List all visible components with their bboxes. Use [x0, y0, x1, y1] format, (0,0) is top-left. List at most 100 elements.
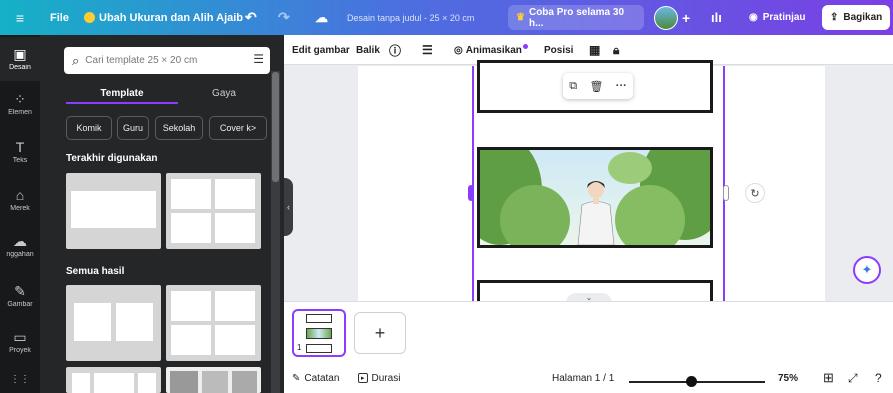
- panel-scrollbar-thumb[interactable]: [272, 72, 279, 182]
- rail-item-text[interactable]: T Teks: [0, 130, 40, 174]
- rotate-icon[interactable]: ↻: [745, 183, 765, 203]
- magic-assistant-icon[interactable]: ✦: [853, 256, 881, 284]
- template-panel: ⌕ Cari template 25 × 20 cm ☰ Template Ga…: [40, 35, 284, 393]
- template-thumbnail[interactable]: [166, 285, 261, 361]
- rail-item-design[interactable]: ▣ Desain: [0, 37, 40, 81]
- avatar[interactable]: [654, 6, 678, 30]
- elements-icon: ⁘: [14, 91, 26, 107]
- redo-icon[interactable]: ↷: [278, 0, 290, 35]
- cloud-icon[interactable]: ☁: [315, 0, 328, 35]
- copy-icon[interactable]: ⧉: [569, 80, 577, 93]
- resize-handle-left[interactable]: [468, 185, 474, 201]
- search-input[interactable]: ⌕ Cari template 25 × 20 cm ☰: [64, 47, 270, 74]
- share-icon: ⇪: [830, 12, 839, 23]
- design-icon: ▣: [13, 46, 27, 62]
- template-thumbnail[interactable]: [66, 173, 161, 249]
- template-thumbnail[interactable]: [66, 367, 161, 393]
- grid-view-icon[interactable]: ⊞: [823, 363, 834, 393]
- template-thumbnail[interactable]: [166, 173, 261, 249]
- pro-trial-button[interactable]: ♛ Coba Pro selama 30 h...: [508, 5, 644, 30]
- animate-label: Animasikan: [465, 44, 522, 56]
- rail-item-draw[interactable]: ✎ Gambar: [0, 274, 40, 318]
- thumb-panel: [306, 314, 332, 323]
- chip-komik[interactable]: Komik: [66, 116, 112, 140]
- tab-template[interactable]: Template: [66, 83, 178, 103]
- template-panel-cell: [138, 373, 156, 393]
- template-panel-cell: [232, 371, 257, 393]
- active-tab-indicator: [66, 102, 178, 104]
- add-page-button[interactable]: +: [354, 312, 406, 354]
- template-panel-cell: [202, 371, 228, 393]
- rail-item-label: Proyek: [9, 347, 31, 354]
- flip-button[interactable]: Balik: [356, 35, 380, 65]
- border-style-icon[interactable]: ☰: [422, 35, 433, 65]
- template-panel-cell: [215, 179, 255, 209]
- new-badge-dot: [522, 43, 528, 49]
- page-indicator[interactable]: Halaman 1 / 1: [552, 363, 614, 393]
- rail-item-elements[interactable]: ⁘ Elemen: [0, 82, 40, 126]
- fullscreen-icon[interactable]: ⤢: [848, 363, 858, 393]
- rail-item-apps[interactable]: ⋮⋮: [0, 365, 40, 393]
- edit-image-button[interactable]: Edit gambar: [292, 35, 350, 65]
- template-panel-cell: [215, 213, 255, 243]
- filter-icon[interactable]: ☰: [253, 52, 264, 66]
- file-menu[interactable]: File: [50, 0, 69, 35]
- template-panel-cell: [94, 373, 134, 393]
- resize-promo-button[interactable]: Ubah Ukuran dan Alih Ajaib: [84, 0, 243, 35]
- undo-icon[interactable]: ↶: [245, 0, 257, 35]
- document-title[interactable]: Desain tanpa judul - 25 × 20 cm: [347, 0, 474, 35]
- duration-button[interactable]: ▸ Durasi: [358, 363, 400, 393]
- page-thumbnail[interactable]: 1: [292, 309, 346, 357]
- rail-item-label: Teks: [12, 157, 28, 164]
- chip-guru[interactable]: Guru: [117, 116, 149, 140]
- trash-icon[interactable]: 🗑︎: [589, 80, 603, 93]
- more-icon[interactable]: ···: [616, 80, 627, 92]
- rail-item-uploads[interactable]: ☁ nggahan: [0, 224, 40, 268]
- top-bar: ≡ File Ubah Ukuran dan Alih Ajaib ↶ ↷ ☁ …: [0, 0, 893, 35]
- draw-icon: ✎: [14, 283, 26, 299]
- info-icon[interactable]: ⓘ: [389, 35, 401, 65]
- animate-icon: ◎: [454, 44, 463, 56]
- crown-icon: [84, 12, 95, 23]
- preview-button[interactable]: ◉ Pratinjau: [741, 5, 815, 30]
- template-thumbnail[interactable]: [66, 285, 161, 361]
- template-panel-cell: [72, 373, 90, 393]
- template-panel-cell: [215, 325, 255, 355]
- help-icon[interactable]: ?: [875, 363, 882, 393]
- template-panel-cell: [215, 291, 255, 321]
- chip-cover[interactable]: Cover k>: [209, 116, 267, 140]
- search-placeholder: Cari template 25 × 20 cm: [85, 55, 198, 66]
- zoom-level[interactable]: 75%: [778, 363, 798, 393]
- comic-template-thumbnail[interactable]: [166, 367, 261, 393]
- crown-icon: ♛: [516, 12, 525, 23]
- analytics-icon[interactable]: ılı: [711, 0, 722, 35]
- collapse-panel-button[interactable]: ‹: [284, 178, 293, 236]
- tab-style[interactable]: Gaya: [178, 83, 270, 103]
- text-icon: T: [15, 139, 25, 155]
- template-panel-cell: [170, 371, 198, 393]
- thumb-panel: [306, 344, 332, 353]
- zoom-slider-handle[interactable]: [686, 376, 698, 387]
- upload-icon: ☁: [13, 233, 27, 249]
- add-collaborator-button[interactable]: +: [682, 0, 690, 35]
- chip-sekolah[interactable]: Sekolah: [155, 116, 203, 140]
- notes-icon: ✎: [292, 372, 301, 384]
- recent-heading: Terakhir digunakan: [66, 153, 158, 164]
- apps-icon: ⋮⋮: [10, 373, 30, 385]
- rail-item-label: Gambar: [7, 301, 33, 308]
- template-panel-cell: [171, 291, 211, 321]
- resize-handle-right[interactable]: [723, 185, 729, 201]
- rail-item-projects[interactable]: ▭ Proyek: [0, 320, 40, 364]
- hamburger-icon[interactable]: ≡: [8, 0, 32, 35]
- rail-item-brand[interactable]: ⌂ Merek: [0, 178, 40, 222]
- pro-trial-label: Coba Pro selama 30 h...: [528, 6, 625, 29]
- notes-label: Catatan: [304, 372, 340, 384]
- duration-icon: ▸: [358, 373, 368, 383]
- share-label: Bagikan: [843, 12, 883, 23]
- share-button[interactable]: ⇪ Bagikan: [822, 5, 890, 30]
- rail-item-label: Desain: [9, 64, 31, 71]
- brand-icon: ⌂: [15, 187, 25, 203]
- template-panel-cell: [74, 303, 111, 341]
- notes-button[interactable]: ✎ Catatan: [292, 363, 339, 393]
- template-panel-cell: [171, 213, 211, 243]
